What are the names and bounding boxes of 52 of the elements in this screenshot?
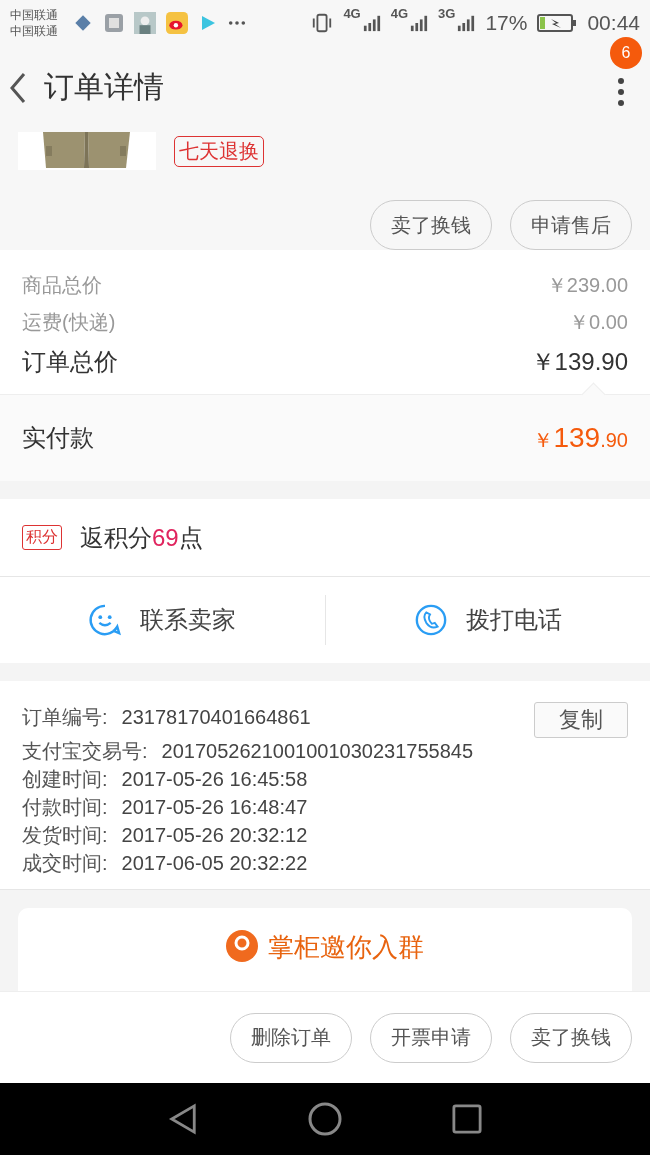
info-label: 发货时间: [22, 822, 108, 848]
info-label: 付款时间: [22, 794, 108, 820]
info-value: 2017-05-26 16:45:58 [121, 767, 308, 791]
menu-icon[interactable] [618, 76, 624, 107]
action-button[interactable]: 申请售后 [510, 200, 632, 250]
photo-icon [134, 11, 156, 34]
info-label: 成交时间: [22, 850, 108, 876]
info-label: 创建时间: [22, 766, 108, 792]
info-label: 订单编号: [22, 704, 108, 730]
info-value: 2017-06-05 20:32:22 [121, 851, 308, 875]
action-button[interactable]: 卖了换钱 [370, 200, 492, 250]
price-value: ￥139.90 [530, 347, 628, 377]
price-label: 订单总价 [22, 347, 118, 377]
info-value: 23178170401664861 [121, 705, 311, 729]
clock: 00:44 [587, 10, 640, 35]
info-value: 2017-05-26 16:48:47 [121, 795, 308, 819]
page-title: 订单详情 [44, 69, 164, 105]
network-label: 3G [438, 6, 456, 21]
phone-icon [413, 603, 448, 637]
price-label: 商品总价 [22, 273, 102, 298]
network-label: 4G [390, 6, 409, 21]
info-value: 2017052621001001030231755845 [161, 739, 473, 763]
action-button[interactable]: 卖了换钱 [510, 1012, 632, 1063]
price-label: 运费(快递) [22, 310, 116, 335]
paid-label: 实付款 [22, 423, 94, 453]
points-text: 返积分69点 [80, 522, 203, 553]
battery-percent: 17% [485, 10, 528, 35]
info-value: 2017-05-26 20:32:12 [121, 823, 308, 847]
carrier-name: 中国联通 [10, 6, 58, 23]
paid-amount: ￥139.90 [533, 422, 628, 454]
recents-icon[interactable] [452, 1104, 482, 1134]
info-label: 支付宝交易号: [22, 738, 148, 764]
chat-icon [88, 603, 123, 637]
action-button[interactable]: 删除订单 [230, 1012, 352, 1063]
carrier-name: 中国联通 [10, 22, 58, 39]
price-value: ￥0.00 [569, 310, 628, 335]
network-label: 4G [343, 6, 361, 21]
return-policy-tag: 七天退换 [174, 136, 264, 167]
back-icon[interactable] [10, 70, 26, 105]
back-icon[interactable] [168, 1103, 198, 1135]
more-icon [228, 19, 246, 26]
person-icon [226, 930, 258, 962]
price-value: ￥239.00 [546, 273, 628, 298]
action-button[interactable]: 开票申请 [370, 1012, 492, 1063]
home-icon[interactable] [308, 1102, 342, 1136]
copy-button[interactable]: 复制 [534, 702, 628, 738]
points-tag: 积分 [22, 525, 62, 550]
battery-icon [537, 12, 578, 33]
gallery-icon [104, 12, 124, 33]
vibrate-icon [311, 11, 334, 34]
group-title: 掌柜邀你入群 [268, 931, 424, 964]
weibo-icon [166, 11, 188, 34]
